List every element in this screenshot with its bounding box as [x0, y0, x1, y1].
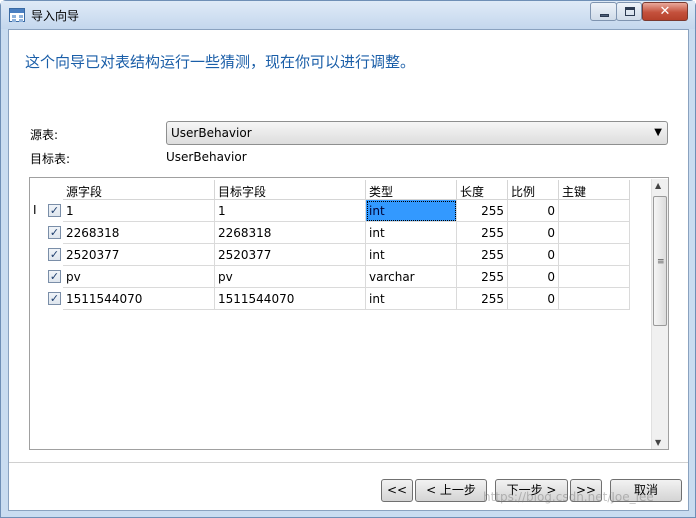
table-row[interactable]: ✓ 2268318 2268318 int 255 0	[30, 222, 630, 244]
type-cell[interactable]: int	[366, 244, 457, 266]
scale-cell[interactable]: 0	[508, 200, 559, 222]
minimize-button[interactable]	[590, 2, 617, 21]
source-field-cell[interactable]: pv	[63, 266, 215, 288]
include-checkbox[interactable]: ✓	[48, 248, 61, 261]
include-checkbox[interactable]: ✓	[48, 292, 61, 305]
vertical-scrollbar[interactable]: ▲ ≡ ▼	[651, 179, 668, 449]
target-table-value: UserBehavior	[166, 150, 247, 164]
scale-cell[interactable]: 0	[508, 288, 559, 310]
row-indicator-icon: I	[33, 203, 37, 217]
target-field-cell[interactable]: 1	[215, 200, 366, 222]
column-header-primary-key[interactable]: 主键	[559, 180, 630, 200]
table-icon	[9, 8, 25, 22]
source-field-cell[interactable]: 2268318	[63, 222, 215, 244]
first-step-button[interactable]: <<	[381, 479, 413, 502]
watermark-text: https://blog.csdn.net/Joe_lee	[483, 490, 654, 504]
length-cell[interactable]: 255	[457, 222, 508, 244]
footer-divider	[9, 462, 688, 463]
wizard-client-area: 这个向导已对表结构运行一些猜测，现在你可以进行调整。 源表: UserBehav…	[8, 29, 689, 511]
length-cell[interactable]: 255	[457, 288, 508, 310]
previous-step-button[interactable]: < 上一步	[415, 479, 487, 502]
wizard-heading: 这个向导已对表结构运行一些猜测，现在你可以进行调整。	[25, 53, 416, 71]
include-checkbox[interactable]: ✓	[48, 226, 61, 239]
source-field-cell[interactable]: 1	[63, 200, 215, 222]
type-cell[interactable]: int	[366, 288, 457, 310]
type-cell[interactable]: int	[366, 222, 457, 244]
target-table-label: 目标表:	[30, 152, 71, 166]
table-row[interactable]: ✓ 2520377 2520377 int 255 0	[30, 244, 630, 266]
source-table-value: UserBehavior	[171, 126, 252, 140]
maximize-button[interactable]	[616, 2, 642, 21]
table-row[interactable]: ✓ 1511544070 1511544070 int 255 0	[30, 288, 630, 310]
target-field-cell[interactable]: 1511544070	[215, 288, 366, 310]
target-field-cell[interactable]: 2520377	[215, 244, 366, 266]
column-header-length[interactable]: 长度	[457, 180, 508, 200]
scale-cell[interactable]: 0	[508, 244, 559, 266]
import-wizard-window: 导入向导 ✕ 这个向导已对表结构运行一些猜测，现在你可以进行调整。 源表: Us…	[0, 0, 696, 518]
source-field-cell[interactable]: 1511544070	[63, 288, 215, 310]
source-table-select[interactable]: UserBehavior ▼	[166, 121, 668, 145]
primary-key-cell[interactable]	[559, 222, 630, 244]
title-bar[interactable]: 导入向导 ✕	[1, 1, 695, 29]
column-header-type[interactable]: 类型	[366, 180, 457, 200]
grip-icon: ≡	[657, 257, 665, 267]
primary-key-cell[interactable]	[559, 200, 630, 222]
field-mapping-grid: 源字段 目标字段 类型 长度 比例 主键 I ✓ 1 1 int 255 0 ✓…	[29, 177, 669, 450]
close-icon: ✕	[659, 4, 671, 19]
type-cell[interactable]: int	[366, 200, 457, 222]
table-row[interactable]: I ✓ 1 1 int 255 0	[30, 200, 630, 222]
primary-key-cell[interactable]	[559, 266, 630, 288]
type-cell[interactable]: varchar	[366, 266, 457, 288]
table-row[interactable]: ✓ pv pv varchar 255 0	[30, 266, 630, 288]
source-table-label: 源表:	[30, 128, 59, 142]
scroll-up-icon[interactable]: ▲	[655, 181, 661, 190]
scroll-down-icon[interactable]: ▼	[655, 438, 661, 447]
window-title: 导入向导	[31, 9, 80, 23]
target-field-cell[interactable]: 2268318	[215, 222, 366, 244]
column-header-source-field[interactable]: 源字段	[63, 180, 215, 200]
target-field-cell[interactable]: pv	[215, 266, 366, 288]
primary-key-cell[interactable]	[559, 288, 630, 310]
scrollbar-thumb[interactable]: ≡	[653, 196, 667, 326]
length-cell[interactable]: 255	[457, 244, 508, 266]
chevron-down-icon: ▼	[654, 127, 662, 138]
minimize-icon	[600, 14, 609, 17]
length-cell[interactable]: 255	[457, 200, 508, 222]
close-button[interactable]: ✕	[642, 2, 688, 21]
source-field-cell[interactable]: 2520377	[63, 244, 215, 266]
scale-cell[interactable]: 0	[508, 222, 559, 244]
length-cell[interactable]: 255	[457, 266, 508, 288]
column-header-target-field[interactable]: 目标字段	[215, 180, 366, 200]
maximize-icon	[625, 7, 635, 16]
include-checkbox[interactable]: ✓	[48, 204, 61, 217]
scale-cell[interactable]: 0	[508, 266, 559, 288]
column-header-scale[interactable]: 比例	[508, 180, 559, 200]
primary-key-cell[interactable]	[559, 244, 630, 266]
include-checkbox[interactable]: ✓	[48, 270, 61, 283]
